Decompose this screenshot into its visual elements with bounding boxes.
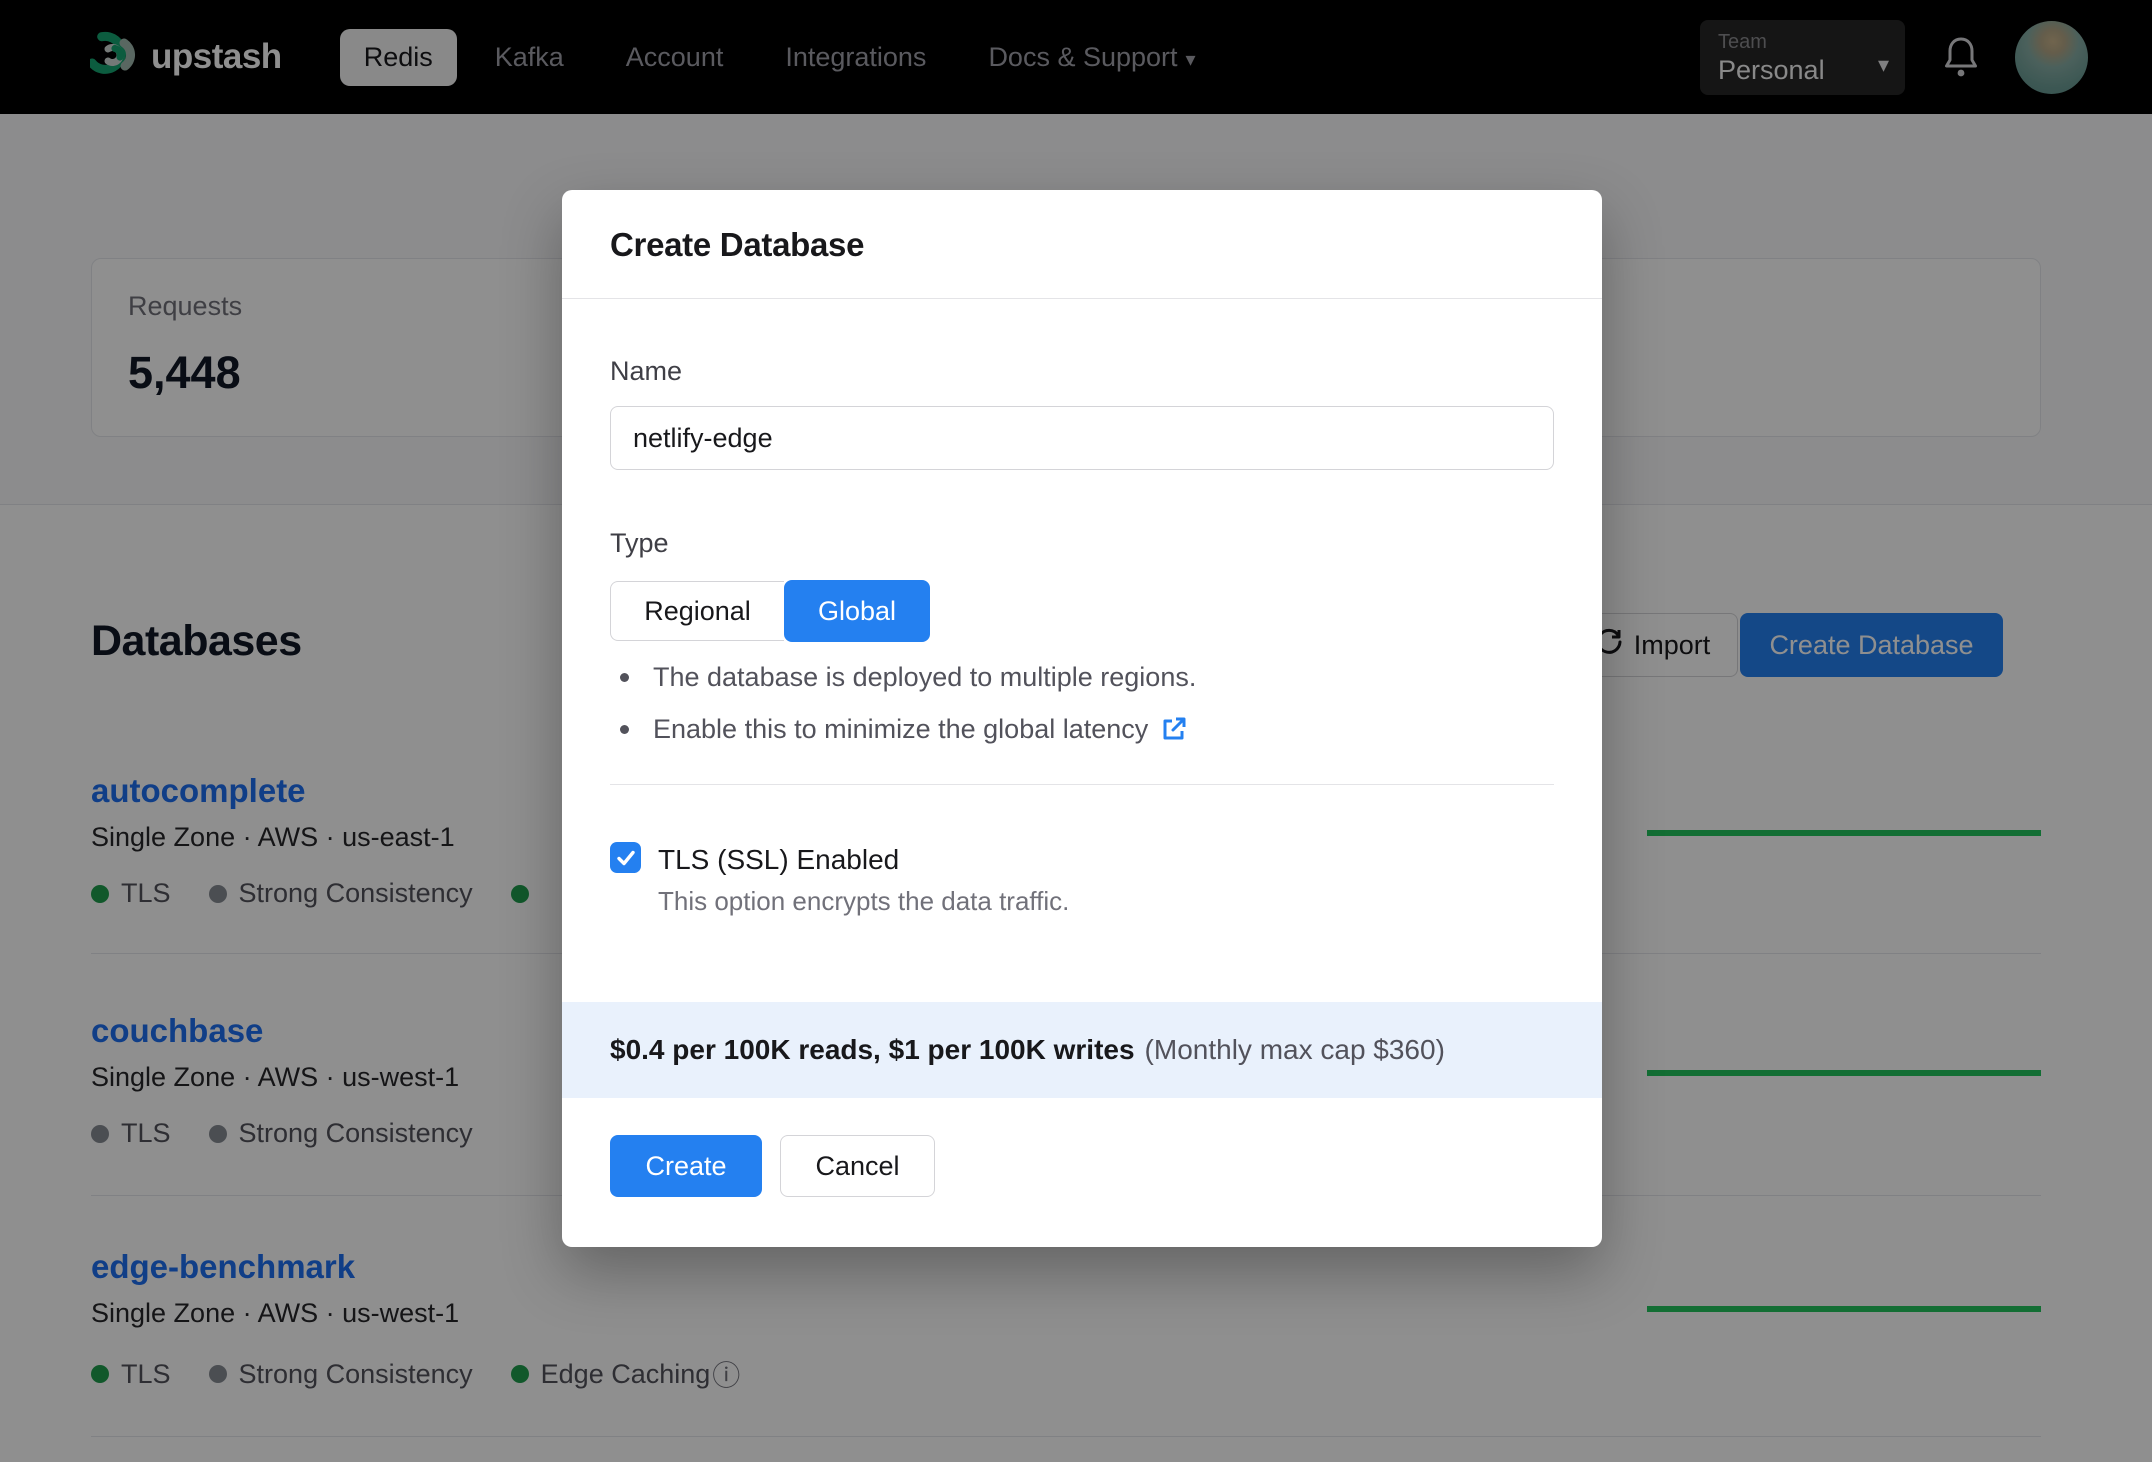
database-name-input[interactable] <box>610 406 1554 470</box>
bullet-text: The database is deployed to multiple reg… <box>653 661 1197 692</box>
modal-title: Create Database <box>610 226 865 263</box>
bullet-text: Enable this to minimize the global laten… <box>653 713 1149 744</box>
bullet-item: Enable this to minimize the global laten… <box>620 710 1196 748</box>
cancel-button[interactable]: Cancel <box>780 1135 935 1197</box>
tls-divider <box>610 784 1554 785</box>
type-description-list: The database is deployed to multiple reg… <box>620 658 1196 762</box>
pricing-cap-note: (Monthly max cap $360) <box>1144 1034 1445 1065</box>
bullet-item: The database is deployed to multiple reg… <box>620 658 1196 696</box>
type-option-global[interactable]: Global <box>784 580 930 642</box>
type-field-label: Type <box>610 528 669 558</box>
type-segmented-control: Regional Global <box>610 580 930 642</box>
pricing-banner: $0.4 per 100K reads, $1 per 100K writes … <box>562 1002 1602 1098</box>
create-button[interactable]: Create <box>610 1135 762 1197</box>
tls-checkbox[interactable] <box>610 842 641 873</box>
create-database-modal: Create Database Name Type Regional Globa… <box>562 190 1602 1247</box>
upstash-console-page: upstash Redis Kafka Account Integrations… <box>0 0 2152 1462</box>
tls-label[interactable]: TLS (SSL) Enabled <box>658 844 899 876</box>
modal-title-divider <box>562 298 1602 299</box>
bullet-dot <box>620 724 629 734</box>
external-link-icon[interactable] <box>1160 715 1188 743</box>
modal-actions: Create Cancel <box>610 1135 935 1197</box>
name-field-label: Name <box>610 356 683 386</box>
pricing-rates: $0.4 per 100K reads, $1 per 100K writes <box>610 1034 1135 1065</box>
type-option-regional[interactable]: Regional <box>610 581 784 641</box>
bullet-dot <box>620 672 629 682</box>
tls-description: This option encrypts the data traffic. <box>658 886 1070 916</box>
